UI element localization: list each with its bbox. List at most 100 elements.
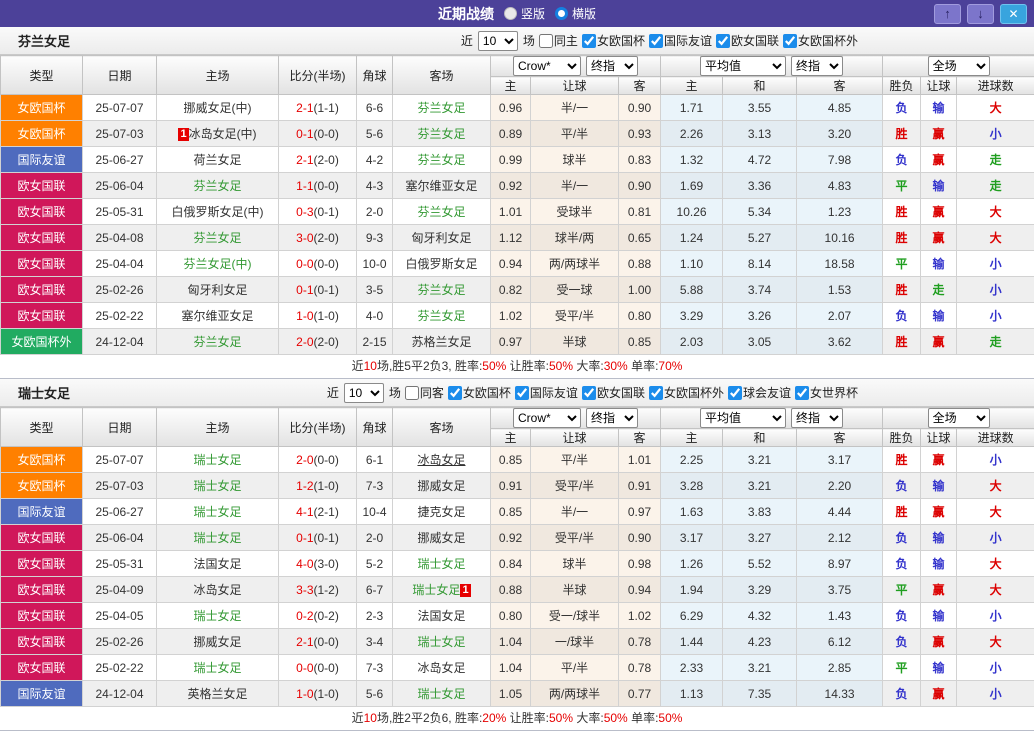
competition-checkbox[interactable]: [782, 33, 797, 48]
away-team-name[interactable]: 芬兰女足: [417, 153, 465, 167]
handicap-line: 受一球: [530, 276, 619, 303]
same-venue-checkbox[interactable]: [404, 385, 419, 400]
away-team-name[interactable]: 法国女足: [417, 609, 465, 623]
home-team-name[interactable]: 芬兰女足: [193, 231, 241, 245]
result-goals: 小: [956, 302, 1034, 329]
home-team-name[interactable]: 英格兰女足: [187, 687, 247, 701]
result-handicap: 赢: [920, 146, 958, 173]
match-score: 0-2(0-2): [278, 602, 357, 629]
home-team-name[interactable]: 瑞士女足: [193, 479, 241, 493]
away-team-name[interactable]: 芬兰女足: [417, 101, 465, 115]
handicap-home-odds: 1.12: [490, 224, 531, 251]
competition-checkbox-label[interactable]: 女世界杯: [794, 384, 858, 401]
corner-score: 5-2: [356, 550, 393, 577]
competition-checkbox-label[interactable]: 国际友谊: [648, 32, 712, 49]
layout-option-vertical[interactable]: 竖版: [503, 5, 545, 22]
home-team-name[interactable]: 瑞士女足: [193, 453, 241, 467]
away-team-name[interactable]: 芬兰女足: [417, 127, 465, 141]
competition-checkbox[interactable]: [581, 33, 596, 48]
away-team-cell: 芬兰女足: [392, 120, 491, 147]
away-team-name[interactable]: 芬兰女足: [417, 283, 465, 297]
competition-checkbox[interactable]: [648, 385, 663, 400]
away-team-name[interactable]: 芬兰女足: [417, 309, 465, 323]
away-team-cell: 芬兰女足: [392, 198, 491, 225]
home-team-name[interactable]: 塞尔维亚女足: [181, 309, 253, 323]
competition-checkbox-label[interactable]: 欧女国联: [715, 32, 779, 49]
away-team-name[interactable]: 冰岛女足: [417, 661, 465, 675]
away-team-name[interactable]: 苏格兰女足: [411, 335, 471, 349]
halftime-score: (0-0): [313, 256, 339, 271]
home-team-name[interactable]: 挪威女足: [193, 635, 241, 649]
home-team-name[interactable]: 芬兰女足(中): [184, 257, 252, 271]
home-team-name[interactable]: 芬兰女足: [193, 179, 241, 193]
away-team-name[interactable]: 挪威女足: [417, 531, 465, 545]
away-team-name[interactable]: 匈牙利女足: [411, 231, 471, 245]
bookmaker-stage-select[interactable]: 终指: [586, 408, 639, 428]
away-team-name[interactable]: 瑞士女足 1: [412, 583, 471, 597]
radio-vertical-icon[interactable]: [503, 7, 517, 20]
competition-checkbox-label[interactable]: 女欧国杯: [581, 32, 645, 49]
competition-checkbox[interactable]: [715, 33, 730, 48]
home-team-name[interactable]: 芬兰女足: [193, 335, 241, 349]
away-team-name[interactable]: 捷克女足: [417, 505, 465, 519]
avg-home-odds: 1.69: [660, 172, 724, 199]
competition-checkbox-label[interactable]: 国际友谊: [514, 384, 578, 401]
match-count-select[interactable]: 10: [477, 30, 518, 51]
home-team-name[interactable]: 瑞士女足: [193, 661, 241, 675]
handicap-line: 球半: [530, 550, 619, 577]
away-team-name[interactable]: 瑞士女足: [417, 635, 465, 649]
competition-checkbox[interactable]: [514, 385, 529, 400]
bookmaker-stage-select[interactable]: 终指: [586, 56, 639, 76]
home-team-name[interactable]: 荷兰女足: [193, 153, 241, 167]
corner-score: 2-3: [356, 602, 393, 629]
away-team-name[interactable]: 冰岛女足: [417, 453, 465, 467]
competition-checkbox[interactable]: [447, 385, 462, 400]
match-row: 欧女国联 25-04-04 芬兰女足(中) 0-0(0-0) 10-0 白俄罗斯女足 0.9…: [0, 250, 1034, 277]
competition-checkbox-label[interactable]: 女欧国杯: [447, 384, 511, 401]
average-select[interactable]: 平均值: [700, 56, 787, 76]
layout-option-horizontal[interactable]: 横版: [555, 5, 596, 22]
move-up-button[interactable]: ↑: [934, 3, 961, 24]
scope-select[interactable]: 全场: [927, 56, 990, 76]
competition-checkbox[interactable]: [581, 385, 596, 400]
avg-draw-odds: 4.72: [722, 146, 798, 173]
average-select[interactable]: 平均值: [700, 408, 787, 428]
competition-checkbox[interactable]: [648, 33, 663, 48]
radio-horizontal-icon[interactable]: [555, 7, 568, 20]
close-button[interactable]: ✕: [1000, 3, 1027, 24]
home-team-name[interactable]: 法国女足: [193, 557, 241, 571]
bookmaker-select[interactable]: Crow*: [513, 56, 582, 76]
home-team-name[interactable]: 匈牙利女足: [187, 283, 247, 297]
competition-checkbox-label[interactable]: 女欧国杯外: [782, 32, 858, 49]
home-team-name[interactable]: 冰岛女足: [193, 583, 241, 597]
away-team-name[interactable]: 挪威女足: [417, 479, 465, 493]
away-team-name[interactable]: 芬兰女足: [417, 205, 465, 219]
home-team-name[interactable]: 挪威女足(中): [184, 101, 252, 115]
competition-checkbox-label[interactable]: 女欧国杯外: [648, 384, 724, 401]
away-team-name[interactable]: 白俄罗斯女足: [405, 257, 477, 271]
home-team-name[interactable]: 瑞士女足: [193, 531, 241, 545]
scope-select[interactable]: 全场: [927, 408, 990, 428]
move-down-button[interactable]: ↓: [967, 3, 994, 24]
competition-checkbox[interactable]: [794, 385, 809, 400]
section-team-name[interactable]: 芬兰女足: [18, 31, 70, 50]
away-team-name[interactable]: 瑞士女足: [417, 687, 465, 701]
halftime-score: (1-0): [313, 686, 339, 701]
home-team-name[interactable]: 白俄罗斯女足(中): [172, 205, 264, 219]
match-count-select[interactable]: 10: [343, 382, 384, 403]
away-team-name[interactable]: 塞尔维亚女足: [405, 179, 477, 193]
bookmaker-select[interactable]: Crow*: [513, 408, 582, 428]
same-venue-checkbox-label[interactable]: 同主: [538, 32, 578, 49]
same-venue-checkbox[interactable]: [538, 33, 553, 48]
home-team-name[interactable]: 1 冰岛女足(中): [178, 127, 257, 141]
competition-checkbox[interactable]: [727, 385, 742, 400]
average-stage-select[interactable]: 终指: [791, 56, 844, 76]
home-team-name[interactable]: 瑞士女足: [193, 505, 241, 519]
home-team-name[interactable]: 瑞士女足: [193, 609, 241, 623]
competition-checkbox-label[interactable]: 欧女国联: [581, 384, 645, 401]
competition-checkbox-label[interactable]: 球会友谊: [727, 384, 791, 401]
same-venue-checkbox-label[interactable]: 同客: [404, 384, 444, 401]
away-team-name[interactable]: 瑞士女足: [417, 557, 465, 571]
average-stage-select[interactable]: 终指: [791, 408, 844, 428]
section-team-name[interactable]: 瑞士女足: [18, 383, 70, 402]
